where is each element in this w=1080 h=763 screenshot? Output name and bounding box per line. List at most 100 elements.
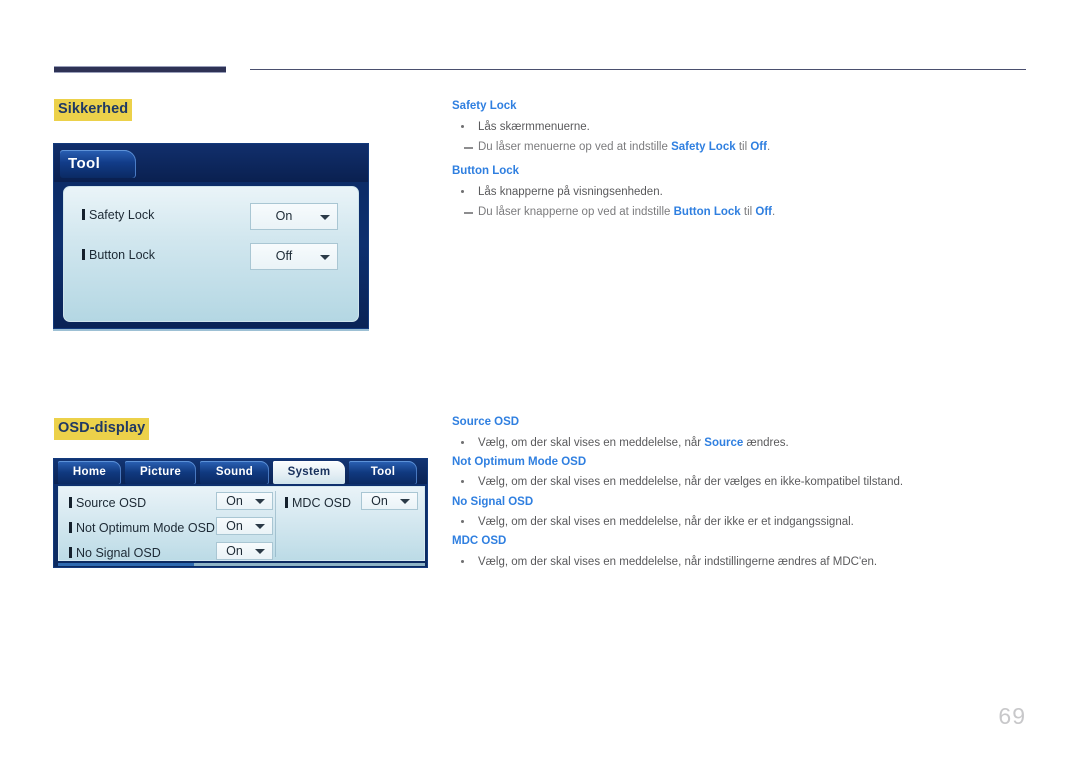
term-mdc-osd: MDC OSD (452, 535, 507, 548)
term-safety-lock: Safety Lock (452, 100, 517, 112)
tool-row-button-lock: Button Lock Off (64, 241, 358, 271)
tool-row-safety-lock: Safety Lock On (64, 201, 358, 231)
label-safety-lock-text: Safety Lock (89, 208, 155, 222)
note-button-lock-term: Button Lock (673, 205, 741, 218)
bullet-mdc-osd-text: Vælg, om der skal vises en meddelelse, n… (478, 555, 878, 568)
section-heading-osd-display: OSD-display (54, 418, 150, 440)
dropdown-not-optimum-mode-osd-value: On (226, 519, 243, 533)
chevron-down-icon (255, 549, 265, 554)
bullet-safety-lock-text: Lås skærmmenuerne. (478, 120, 590, 133)
label-button-lock: Button Lock (82, 248, 155, 262)
tool-dialog-titlebar: Tool (54, 144, 368, 182)
bullet-dot-icon (461, 480, 464, 484)
entry-not-optimum-mode-osd: Not Optimum Mode OSD Vælg, om der skal v… (452, 455, 1032, 492)
bullet-dot-icon (461, 559, 464, 563)
osd-screenshot-system-dialog: Home Picture Sound System Tool Source OS… (53, 458, 428, 568)
label-mdc-osd-text: MDC OSD (292, 496, 352, 510)
note-button-lock-value: Off (755, 205, 773, 218)
dropdown-button-lock-value: Off (275, 249, 293, 263)
bullet-source-osd-pre: Vælg, om der skal vises en meddelelse, n… (478, 436, 705, 449)
tab-tool[interactable]: Tool (60, 150, 136, 178)
entry-button-lock: Button Lock Lås knapperne på visningsenh… (452, 164, 1032, 221)
bullet-dot-icon (461, 124, 464, 128)
bullet-button-lock-text: Lås knapperne på visningsenheden. (478, 185, 663, 198)
term-button-lock: Button Lock (452, 165, 520, 178)
tab-tool[interactable]: Tool (349, 461, 417, 484)
note-safety-lock: Du låser menuerne op ved at indstille Sa… (452, 139, 1032, 156)
chevron-down-icon (320, 254, 330, 260)
bullet-button-lock: Lås knapperne på visningsenheden. (452, 184, 1032, 201)
tab-sound[interactable]: Sound (200, 461, 269, 484)
dropdown-source-osd[interactable]: On (216, 492, 273, 510)
dropdown-button-lock[interactable]: Off (250, 243, 338, 270)
osd-column-divider (275, 491, 276, 557)
osd-dialog-bottom-accent-alt (194, 563, 425, 566)
note-button-lock-post: . (772, 205, 776, 218)
tab-picture[interactable]: Picture (125, 461, 196, 484)
note-safety-lock-post: . (766, 140, 771, 153)
label-source-osd-text: Source OSD (76, 496, 147, 510)
text-column-osd-display: Source OSD Vælg, om der skal vises en me… (452, 415, 1032, 574)
text-column-sikkerhed: Safety Lock Lås skærmmenuerne. Du låser … (452, 99, 1032, 229)
entry-source-osd: Source OSD Vælg, om der skal vises en me… (452, 415, 1032, 452)
osd-dialog-bottom-accent (58, 563, 194, 566)
osd-dialog-tabbar: Home Picture Sound System Tool (54, 459, 427, 484)
bullet-source-osd-post: ændres. (743, 436, 789, 449)
note-safety-lock-pre: Du låser menuerne op ved at indstille (478, 140, 672, 153)
bullet-not-optimum-mode-osd-text: Vælg, om der skal vises en meddelelse, n… (478, 476, 904, 489)
note-button-lock-pre: Du låser knapperne op ved at indstille (478, 205, 674, 218)
dropdown-source-osd-value: On (226, 494, 243, 508)
term-not-optimum-mode-osd: Not Optimum Mode OSD (452, 455, 587, 468)
note-safety-lock-value: Off (750, 140, 767, 153)
osd-dialog-body: Source OSD On Not Optimum Mode OSD On No… (58, 486, 425, 561)
note-button-lock: Du låser knapperne op ved at indstille B… (452, 204, 1032, 221)
label-no-signal-osd-text: No Signal OSD (76, 546, 161, 560)
bullet-source-osd: Vælg, om der skal vises en meddelelse, n… (452, 435, 1032, 452)
bullet-dot-icon (461, 520, 464, 524)
bullet-mdc-osd: Vælg, om der skal vises en meddelelse, n… (452, 554, 1032, 571)
dropdown-safety-lock[interactable]: On (250, 203, 338, 230)
note-safety-lock-mid: til (735, 140, 751, 153)
chevron-down-icon (255, 524, 265, 529)
note-dash-icon (464, 146, 473, 149)
header-rule-thin-line (250, 69, 1026, 70)
note-safety-lock-term: Safety Lock (671, 140, 736, 153)
bullet-no-signal-osd: Vælg, om der skal vises en meddelelse, n… (452, 514, 1032, 531)
label-not-optimum-mode-osd: Not Optimum Mode OSD (69, 521, 215, 535)
dropdown-mdc-osd[interactable]: On (361, 492, 418, 510)
note-button-lock-mid: til (740, 205, 756, 218)
dropdown-no-signal-osd[interactable]: On (216, 542, 273, 560)
list-marker-icon (82, 249, 85, 260)
osd-screenshot-tool-dialog: Tool Safety Lock On Button Lock Off (53, 143, 369, 329)
list-marker-icon (285, 497, 288, 508)
chevron-down-icon (255, 499, 265, 504)
dropdown-mdc-osd-value: On (371, 494, 388, 508)
tab-system[interactable]: System (273, 461, 345, 484)
tab-home[interactable]: Home (58, 461, 121, 484)
entry-mdc-osd: MDC OSD Vælg, om der skal vises en medde… (452, 534, 1032, 571)
bullet-dot-icon (461, 189, 464, 193)
page-number: 69 (998, 703, 1026, 729)
list-marker-icon (69, 497, 72, 508)
entry-safety-lock: Safety Lock Lås skærmmenuerne. Du låser … (452, 99, 1032, 156)
term-source-osd: Source OSD (452, 416, 520, 428)
dropdown-no-signal-osd-value: On (226, 544, 243, 558)
dropdown-safety-lock-value: On (275, 209, 293, 223)
page-header-rule (0, 0, 1080, 73)
chevron-down-icon (400, 499, 410, 504)
label-not-optimum-mode-osd-text: Not Optimum Mode OSD (76, 521, 215, 535)
bullet-dot-icon (461, 440, 464, 444)
section-heading-sikkerhed: Sikkerhed (54, 99, 133, 121)
bullet-source-osd-term: Source (704, 436, 744, 449)
bullet-safety-lock: Lås skærmmenuerne. (452, 119, 1032, 136)
bullet-no-signal-osd-text: Vælg, om der skal vises en meddelelse, n… (478, 516, 854, 529)
note-dash-icon (464, 211, 473, 214)
label-mdc-osd: MDC OSD (285, 496, 351, 510)
label-source-osd: Source OSD (69, 496, 146, 510)
label-safety-lock: Safety Lock (82, 208, 154, 222)
label-no-signal-osd: No Signal OSD (69, 546, 161, 560)
tool-dialog-body: Safety Lock On Button Lock Off (63, 186, 359, 322)
term-no-signal-osd: No Signal OSD (452, 495, 534, 508)
label-button-lock-text: Button Lock (89, 248, 156, 262)
dropdown-not-optimum-mode-osd[interactable]: On (216, 517, 273, 535)
